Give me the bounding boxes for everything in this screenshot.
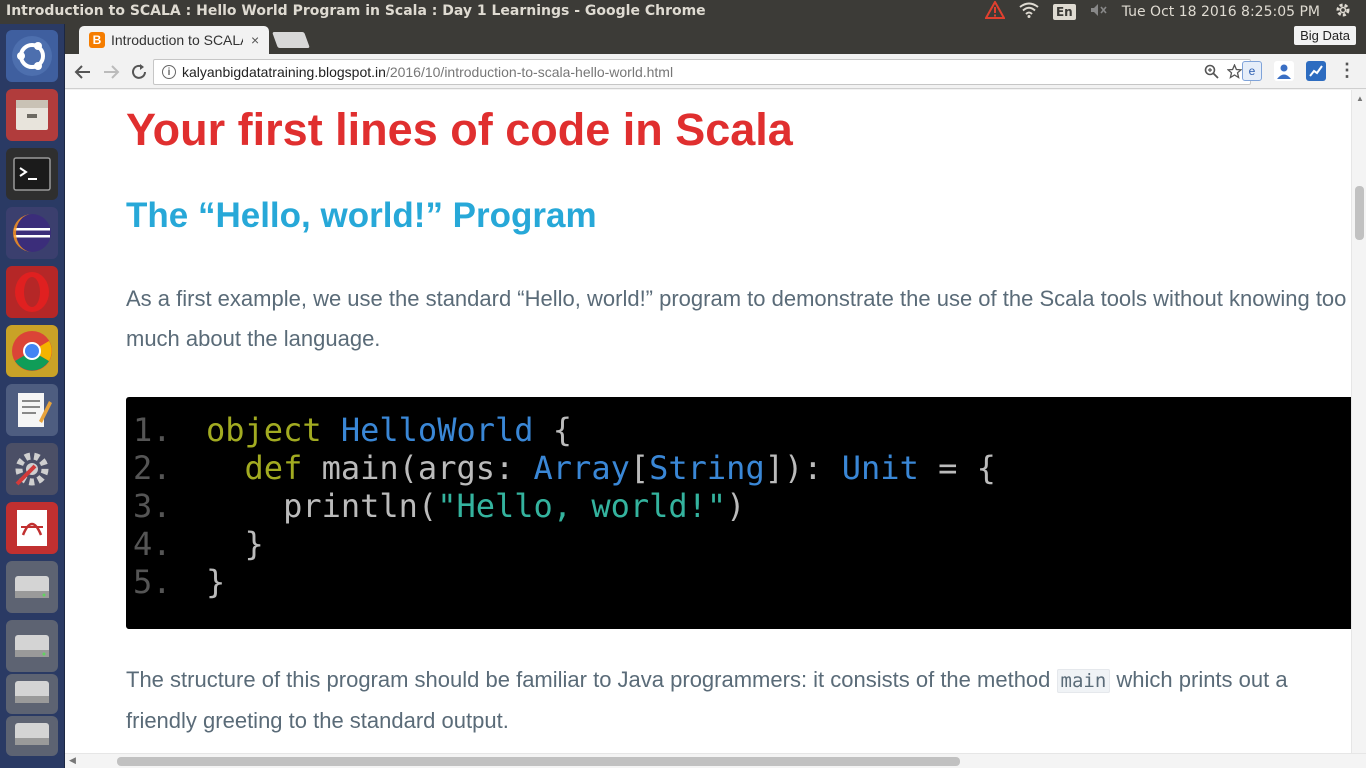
tab-title: Introduction to SCALA	[111, 32, 243, 48]
line-number: 2.	[133, 449, 172, 487]
horizontal-scrollbar[interactable]: ◀	[65, 753, 1366, 768]
reload-icon[interactable]	[127, 60, 151, 84]
scroll-up-arrow-icon[interactable]: ▲	[1356, 94, 1364, 103]
vertical-scrollbar[interactable]: ▲	[1351, 90, 1366, 754]
settings-gear-icon[interactable]	[1334, 1, 1352, 23]
code-line: 3. println("Hello, world!")	[126, 487, 1366, 525]
close-tab-icon[interactable]: ×	[251, 32, 259, 48]
window-title: Introduction to SCALA : Hello World Prog…	[6, 3, 706, 19]
system-settings-icon[interactable]	[6, 443, 58, 495]
pdf-viewer-icon[interactable]	[6, 502, 58, 554]
vertical-scroll-thumb[interactable]	[1355, 186, 1364, 240]
drive-icon[interactable]	[6, 561, 58, 613]
line-number: 1.	[133, 411, 172, 449]
profile-badge[interactable]: Big Data	[1294, 26, 1356, 45]
page-heading: Your first lines of code in Scala	[126, 104, 793, 155]
code-block: 1. object HelloWorld { 2. def main(args: …	[126, 397, 1366, 629]
volume-muted-icon[interactable]	[1090, 3, 1108, 21]
opera-icon[interactable]	[6, 266, 58, 318]
system-tray: En Tue Oct 18 2016 8:25:05 PM	[984, 0, 1366, 24]
browser-toolbar: i kalyanbigdatatraining.blogspot.in/2016…	[65, 54, 1366, 89]
chart-extension-icon[interactable]	[1306, 60, 1326, 81]
clock[interactable]: Tue Oct 18 2016 8:25:05 PM	[1122, 4, 1320, 20]
blogger-favicon-icon: B	[89, 32, 105, 48]
drive-icon[interactable]	[6, 716, 58, 756]
code-line: 1. object HelloWorld {	[126, 411, 1366, 449]
code-line: 2. def main(args: Array[String]): Unit =…	[126, 449, 1366, 487]
intro-paragraph: As a first example, we use the standard …	[126, 286, 1347, 351]
terminal-icon[interactable]	[6, 148, 58, 200]
top-panel: Introduction to SCALA : Hello World Prog…	[0, 0, 1366, 24]
wifi-icon[interactable]	[1019, 2, 1039, 22]
warning-icon[interactable]	[984, 0, 1006, 23]
line-number: 5.	[133, 563, 172, 601]
text-editor-icon[interactable]	[6, 384, 58, 436]
code-line: 4. }	[126, 525, 1366, 563]
profile-extension-icon[interactable]	[1274, 60, 1294, 81]
inline-code: main	[1056, 669, 1111, 693]
site-info-icon[interactable]: i	[162, 65, 176, 79]
page-viewport: Your first lines of code in Scala The “H…	[65, 90, 1366, 768]
bookmark-star-icon[interactable]	[1226, 63, 1243, 83]
new-tab-button[interactable]	[272, 32, 310, 48]
section-heading: The “Hello, world!” Program	[126, 196, 597, 235]
line-number: 3.	[133, 487, 172, 525]
browser-tab[interactable]: B Introduction to SCALA ×	[79, 26, 269, 54]
url-path: /2016/10/introduction-to-scala-hello-wor…	[385, 64, 674, 80]
tab-strip: B Introduction to SCALA × Big Data	[65, 24, 1366, 54]
line-number: 4.	[133, 525, 172, 563]
browser-window: B Introduction to SCALA × Big Data i kal…	[65, 24, 1366, 768]
keyboard-layout-indicator[interactable]: En	[1052, 4, 1076, 20]
back-arrow-icon[interactable]	[71, 60, 95, 84]
url-host: kalyanbigdatatraining.blogspot.in	[182, 64, 386, 80]
scroll-left-arrow-icon[interactable]: ◀	[69, 755, 76, 766]
drive-icon[interactable]	[6, 620, 58, 672]
address-bar[interactable]: i kalyanbigdatatraining.blogspot.in/2016…	[153, 59, 1251, 85]
forward-arrow-icon[interactable]	[99, 60, 123, 84]
eclipse-icon[interactable]	[6, 207, 58, 259]
horizontal-scroll-thumb[interactable]	[117, 757, 960, 766]
chrome-icon[interactable]	[6, 325, 58, 377]
more-menu-icon[interactable]: ⋮	[1338, 60, 1356, 81]
drive-icon[interactable]	[6, 674, 58, 714]
code-line: 5.}	[126, 563, 1366, 601]
unity-launcher	[0, 24, 65, 768]
files-icon[interactable]	[6, 89, 58, 141]
ubuntu-dash-icon[interactable]	[6, 30, 58, 82]
extension-icon[interactable]: e	[1242, 60, 1262, 81]
explanation-paragraph: The structure of this program should be …	[126, 667, 1288, 733]
zoom-icon[interactable]	[1204, 64, 1219, 83]
